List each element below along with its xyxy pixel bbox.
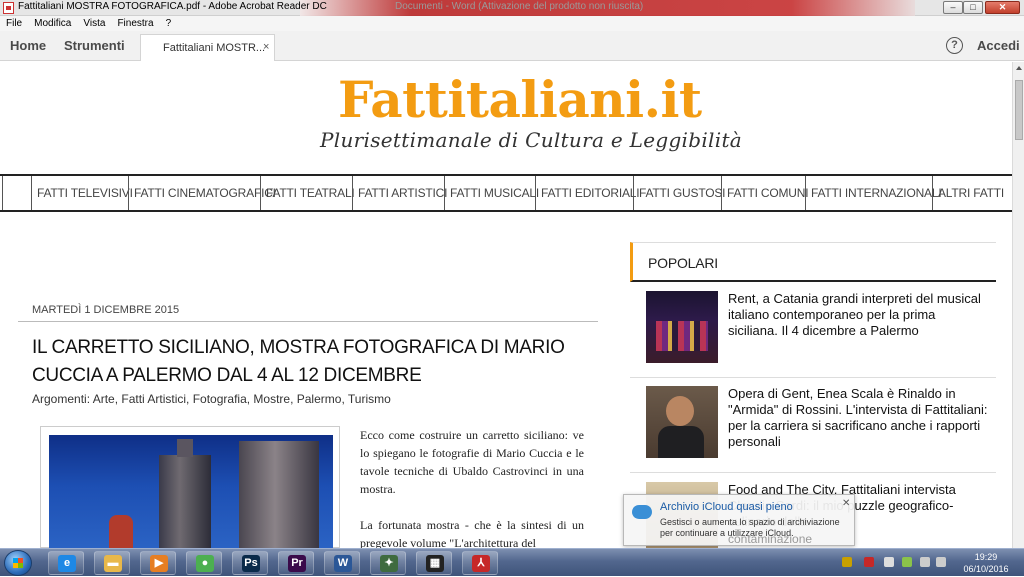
maximize-button[interactable]: □	[963, 1, 983, 14]
scrollbar-thumb[interactable]	[1015, 80, 1023, 140]
photo-building	[239, 441, 319, 548]
signal-icon[interactable]	[920, 557, 930, 567]
vertical-scrollbar[interactable]	[1012, 62, 1024, 548]
document-tab[interactable]: Fattitaliani MOSTR... ×	[140, 34, 275, 61]
photo-figure	[109, 515, 133, 548]
popular-item-title[interactable]: Opera di Gent, Enea Scala è Rinaldo in "…	[728, 386, 988, 450]
menu-modifica[interactable]: Modifica	[34, 16, 71, 31]
post-date: MARTEDÌ 1 DICEMBRE 2015	[32, 304, 180, 316]
nav-fatti-editoriali[interactable]: FATTI EDITORIALI	[535, 176, 640, 210]
network-app-taskbar-button[interactable]: ✦	[370, 551, 406, 575]
nav-fatti-comuni[interactable]: FATTI COMUNI	[721, 176, 809, 210]
menu-vista[interactable]: Vista	[83, 16, 105, 31]
nav-fatti-internazionali[interactable]: FATTI INTERNAZIONALI	[805, 176, 942, 210]
popular-heading: POPOLARI	[648, 255, 718, 271]
volume-icon[interactable]	[936, 557, 946, 567]
nav-altri-fatti[interactable]: ALTRI FATTI	[932, 176, 1012, 210]
nav-fatti-gustosi[interactable]: FATTI GUSTOSI	[633, 176, 726, 210]
acrobat-icon: ⅄	[472, 555, 490, 572]
close-tab-icon[interactable]: ×	[263, 41, 269, 53]
media-player-taskbar-button[interactable]: ▶	[140, 551, 176, 575]
premiere-taskbar-button[interactable]: Pr	[278, 551, 314, 575]
help-icon[interactable]: ?	[946, 37, 963, 54]
background-window-title: Documenti - Word (Attivazione del prodot…	[395, 1, 644, 12]
cloud-icon	[632, 505, 652, 519]
clock-date: 06/10/2016	[963, 564, 1009, 574]
acrobat-toolbar: Home Strumenti Fattitaliani MOSTR... × ?…	[0, 31, 1024, 61]
file-explorer-taskbar-button[interactable]: ▬	[94, 551, 130, 575]
scroll-up-icon[interactable]	[1016, 66, 1022, 70]
internet-explorer-taskbar-button[interactable]: e	[48, 551, 84, 575]
close-notification-icon[interactable]: ✕	[842, 498, 850, 509]
notification-title: Archivio iCloud quasi pieno	[660, 501, 793, 513]
article-paragraph: Ecco come costruire un carretto sicilian…	[360, 428, 584, 496]
nav-fatti-teatrali[interactable]: FATTI TEATRALI	[260, 176, 355, 210]
word-icon: W	[334, 555, 352, 572]
nav-fatti-artistici[interactable]: FATTI ARTISTICI	[352, 176, 447, 210]
photoshop-taskbar-button[interactable]: Ps	[232, 551, 268, 575]
photo-spire	[177, 439, 193, 457]
clock-time: 19:29	[974, 552, 998, 562]
minimize-button[interactable]: –	[943, 1, 963, 14]
network-app-icon: ✦	[380, 555, 398, 572]
site-tagline: Plurisettimanale di Cultura e Leggibilit…	[320, 128, 743, 152]
file-explorer-icon: ▬	[104, 555, 122, 572]
sign-in-button[interactable]: Accedi	[977, 38, 1020, 53]
site-logo: Fattitaliani.it	[338, 70, 702, 129]
stage-thumbnail[interactable]	[646, 291, 718, 363]
video-app-icon: ▦	[426, 555, 444, 572]
premiere-icon: Pr	[288, 555, 306, 572]
internet-explorer-icon: e	[58, 555, 76, 572]
nav-edge	[0, 176, 3, 210]
menu-finestra[interactable]: Finestra	[117, 16, 153, 31]
obscured-text: contaminazione	[728, 532, 813, 546]
popular-section-header: POPOLARI	[630, 242, 996, 282]
system-clock[interactable]: 19:29 06/10/2016	[952, 551, 1020, 575]
popular-item-title[interactable]: Rent, a Catania grandi interpreti del mu…	[728, 291, 988, 339]
photoshop-icon: Ps	[242, 555, 260, 572]
photo-image	[49, 435, 333, 548]
pdf-document-view[interactable]: Fattitaliani.it Plurisettimanale di Cult…	[0, 62, 1012, 548]
chrome-taskbar-button[interactable]: ●	[186, 551, 222, 575]
chrome-icon: ●	[196, 555, 214, 572]
menu-file[interactable]: File	[6, 16, 22, 31]
photo-bell-tower	[159, 455, 211, 548]
post-tags[interactable]: Argomenti: Arte, Fatti Artistici, Fotogr…	[32, 392, 391, 406]
flag-icon[interactable]	[884, 557, 894, 567]
category-nav: FATTI TELEVISIVI FATTI CINEMATOGRAFICI F…	[0, 174, 1012, 212]
article-paragraph: La fortunata mostra - che è la sintesi d…	[360, 518, 584, 548]
home-tab[interactable]: Home	[10, 38, 46, 53]
start-button[interactable]	[4, 550, 32, 576]
nav-fatti-cinematografici[interactable]: FATTI CINEMATOGRAFICI	[128, 176, 276, 210]
document-tab-label: Fattitaliani MOSTR...	[163, 42, 266, 54]
network-icon[interactable]	[902, 557, 912, 567]
article-photo	[40, 426, 340, 548]
acrobat-taskbar-button[interactable]: ⅄	[462, 551, 498, 575]
menu-help[interactable]: ?	[166, 16, 172, 31]
post-title[interactable]: IL CARRETTO SICILIANO, MOSTRA FOTOGRAFIC…	[32, 334, 592, 390]
nav-fatti-televisivi[interactable]: FATTI TELEVISIVI	[31, 176, 133, 210]
windows-taskbar: e ▬ ▶ ● Ps Pr W ✦ ▦ ⅄ 19:29 06/10/2016	[0, 548, 1024, 576]
divider	[18, 321, 598, 322]
media-player-icon: ▶	[150, 555, 168, 572]
article-body: Ecco come costruire un carretto sicilian…	[360, 426, 584, 548]
nav-fatti-musicali[interactable]: FATTI MUSICALI	[444, 176, 539, 210]
divider	[630, 472, 996, 473]
portrait-thumbnail[interactable]	[646, 386, 718, 458]
window-title: Fattitaliani MOSTRA FOTOGRAFICA.pdf - Ad…	[18, 1, 327, 12]
tray-app-icon[interactable]	[842, 557, 852, 567]
tools-tab[interactable]: Strumenti	[64, 38, 125, 53]
divider	[630, 377, 996, 378]
word-taskbar-button[interactable]: W	[324, 551, 360, 575]
close-window-button[interactable]: ✕	[985, 1, 1020, 14]
video-app-taskbar-button[interactable]: ▦	[416, 551, 452, 575]
window-title-bar[interactable]: Fattitaliani MOSTRA FOTOGRAFICA.pdf - Ad…	[0, 0, 1024, 16]
menu-bar: File Modifica Vista Finestra ?	[0, 16, 1024, 31]
acrobat-tray-icon[interactable]	[864, 557, 874, 567]
pdf-file-icon	[3, 2, 14, 14]
